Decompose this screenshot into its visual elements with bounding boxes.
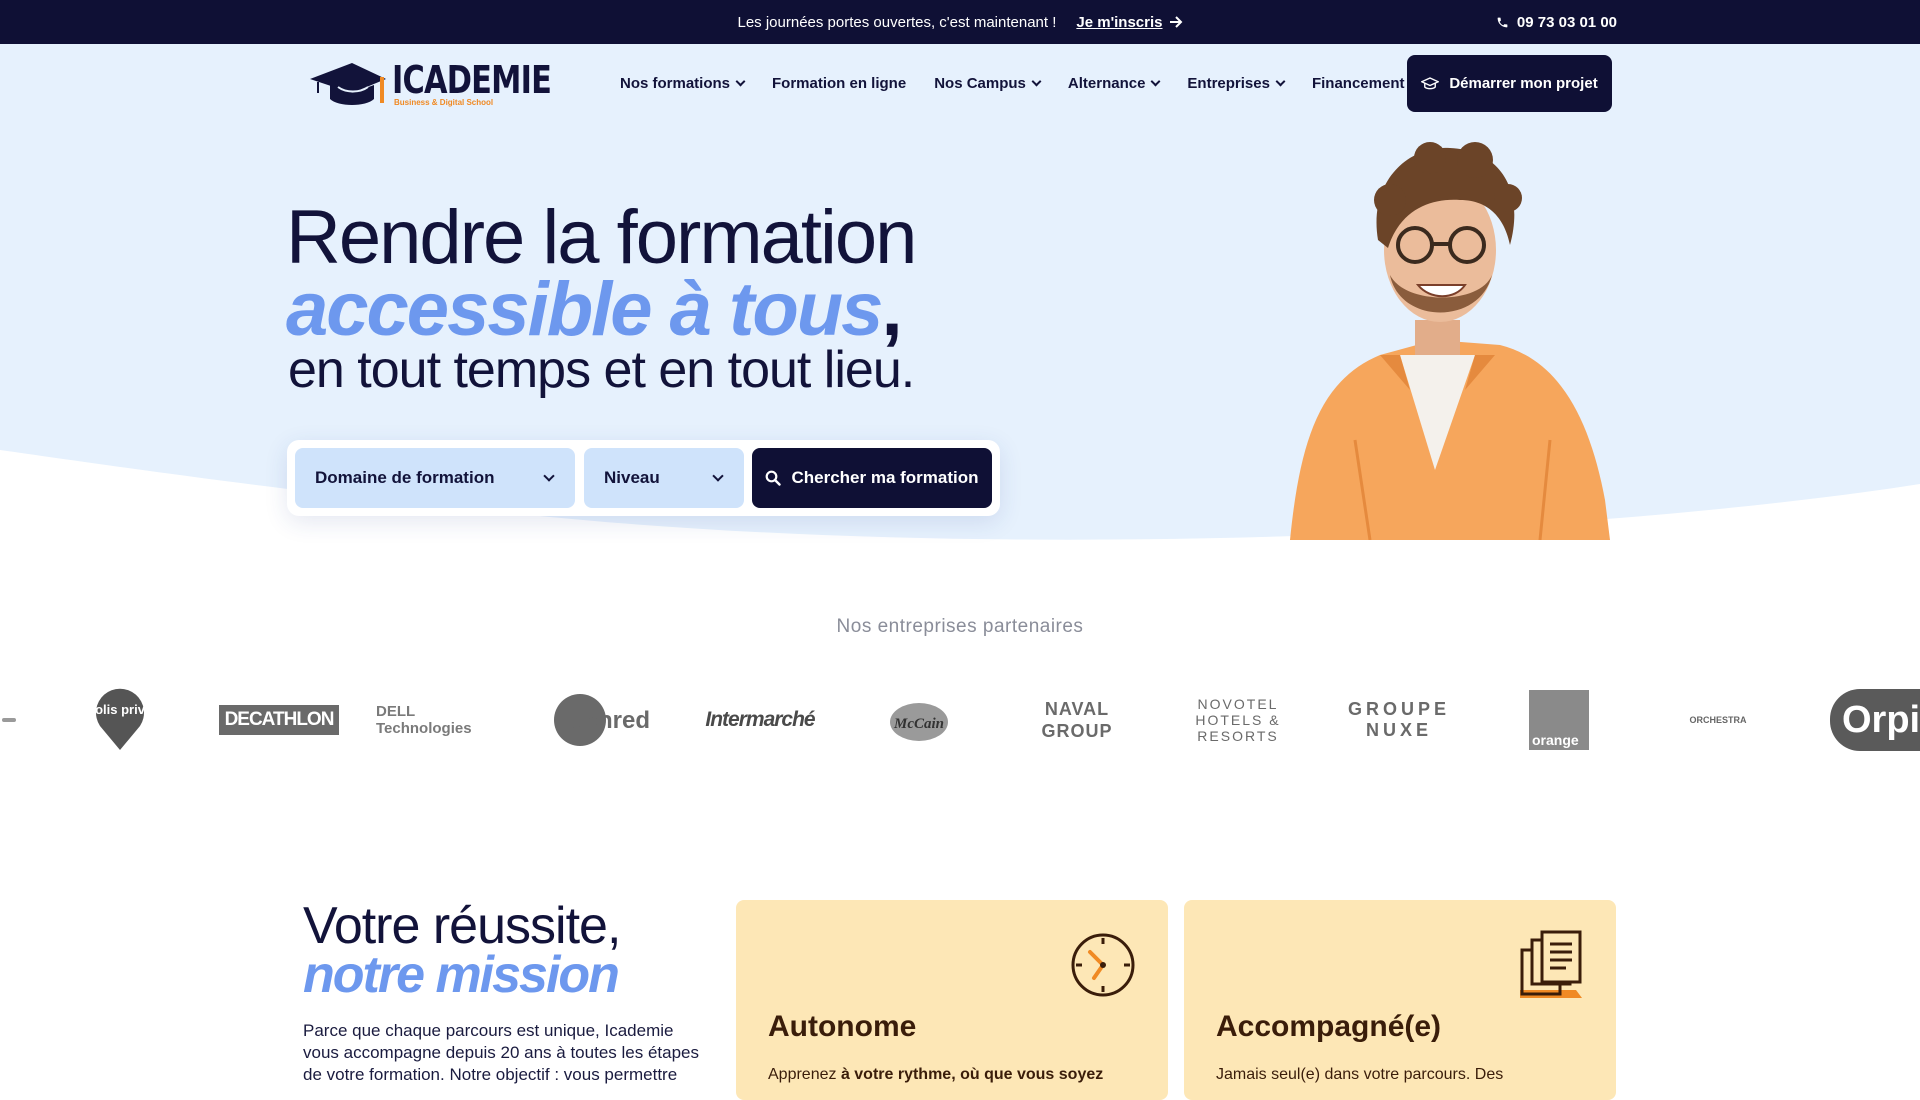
partner-logo-orange: orange	[1528, 680, 1590, 760]
decathlon-text: DECATHLON	[218, 705, 340, 735]
nav-label: Formation en ligne	[772, 74, 907, 92]
card-title: Accompagné(e)	[1216, 1010, 1442, 1043]
formation-search-bar: Domaine de formation Niveau Chercher ma …	[287, 440, 1000, 516]
mission-title-line2: notre mission	[303, 946, 620, 1004]
announcement-bar: Les journées portes ouvertes, c'est main…	[0, 0, 1920, 44]
nav-item-formations[interactable]: Nos formations	[620, 74, 746, 92]
orange-square: orange	[1529, 690, 1589, 750]
logo[interactable]: ICADEMIE Business & Digital School	[308, 58, 552, 108]
chevron-down-icon	[543, 470, 555, 482]
orpi-text: Orpi	[1830, 689, 1920, 751]
chevron-down-icon	[1275, 76, 1286, 86]
partner-logo-orpi: Orpi	[1830, 680, 1920, 760]
card-desc-text: Apprenez	[768, 1066, 841, 1083]
chevron-down-icon	[735, 76, 746, 86]
chevron-down-icon	[1031, 76, 1042, 86]
graduation-cap-logo-icon	[310, 63, 386, 105]
partner-logo-novotel: NOVOTEL HOTELS & RESORTS	[1195, 696, 1281, 744]
card-desc-bold: à votre rythme, où que vous soyez	[840, 1066, 1104, 1083]
partner-logo-partial	[0, 680, 20, 760]
card-title: Autonome	[768, 1010, 917, 1043]
domain-select[interactable]: Domaine de formation	[295, 448, 575, 508]
hero-subtitle: en tout temps et en tout lieu.	[288, 341, 915, 399]
phone-icon	[1497, 17, 1508, 27]
graduation-cap-icon	[1421, 76, 1440, 89]
domain-select-label: Domaine de formation	[315, 468, 495, 487]
nav-item-campus[interactable]: Nos Campus	[934, 74, 1042, 92]
nav-item-financement[interactable]: Financement	[1311, 74, 1420, 92]
start-project-button[interactable]: Démarrer mon projet	[1407, 55, 1612, 112]
partner-logos-carousel: colis privé DECATHLON DELL Technologies …	[0, 680, 1920, 760]
orange-text: orange	[1532, 732, 1579, 748]
partner-logo-dell: DELL Technologies	[376, 703, 472, 737]
partner-logo-naval-group: NAVAL GROUP	[1016, 680, 1138, 760]
level-select[interactable]: Niveau	[584, 448, 744, 508]
edenred-text: Edenred	[554, 707, 650, 734]
start-project-label: Démarrer mon projet	[1449, 75, 1598, 92]
search-icon	[766, 470, 782, 486]
card-description: Apprenez à votre rythme, où que vous soy…	[768, 1064, 1148, 1086]
register-link[interactable]: Je m'inscris	[1076, 14, 1182, 31]
nav-label: Nos formations	[620, 74, 731, 92]
partner-logo-nuxe: GROUPE NUXE	[1347, 699, 1450, 740]
nav-label: Nos Campus	[934, 74, 1026, 92]
mccain-text: McCain	[893, 716, 944, 732]
nav-item-entreprises[interactable]: Entreprises	[1187, 74, 1286, 92]
partner-logo-decathlon: DECATHLON	[218, 680, 340, 760]
register-link-label: Je m'inscris	[1076, 13, 1163, 31]
nav-item-alternance[interactable]: Alternance	[1067, 74, 1161, 92]
mission-text: Parce que chaque parcours est unique, Ic…	[303, 1021, 699, 1084]
colis-prive-text: colis privé	[95, 702, 145, 717]
card-description: Jamais seul(e) dans votre parcours. Des	[1216, 1064, 1596, 1086]
phone-link[interactable]: 09 73 03 01 00	[1496, 0, 1617, 44]
chevron-down-icon	[712, 470, 724, 482]
partner-logo-colis-prive: colis privé	[90, 680, 150, 760]
search-button-label: Chercher ma formation	[791, 468, 979, 487]
clock-icon	[1071, 933, 1135, 997]
chevron-down-icon	[1150, 76, 1161, 86]
brand-tagline: Business & Digital School	[394, 98, 494, 107]
phone-number: 09 73 03 01 00	[1516, 13, 1617, 31]
partner-logo-edenred: Edenred	[552, 680, 652, 760]
main-nav: Nos formations Formation en ligne Nos Ca…	[620, 60, 1420, 106]
arrow-right-icon	[1169, 16, 1182, 28]
naval-group-text: NAVAL GROUP	[1041, 699, 1113, 741]
partner-logo-intermarche: Intermarché	[705, 708, 815, 731]
nav-label: Alternance	[1067, 74, 1146, 92]
partner-logo-mccain: McCain	[888, 680, 950, 760]
nav-item-formation-en-ligne[interactable]: Formation en ligne	[772, 75, 906, 92]
hero-person-image	[1290, 142, 1610, 540]
promo-banner: Les journées portes ouvertes, c'est main…	[0, 0, 1920, 44]
feature-card-autonome: Autonome Apprenez à votre rythme, où que…	[736, 900, 1168, 1100]
nav-label: Financement	[1311, 74, 1405, 92]
documents-icon	[1520, 930, 1582, 998]
partners-title: Nos entreprises partenaires	[836, 616, 1084, 637]
partner-logo-orchestra: ORCHESTRA	[1689, 715, 1747, 725]
card-desc-text: Jamais seul(e) dans votre parcours. Des	[1216, 1066, 1504, 1083]
nav-label: Entreprises	[1187, 74, 1270, 92]
feature-card-accompagne: Accompagné(e) Jamais seul(e) dans votre …	[1184, 900, 1616, 1100]
level-select-label: Niveau	[604, 468, 660, 487]
search-formation-button[interactable]: Chercher ma formation	[752, 448, 992, 508]
promo-text: Les journées portes ouvertes, c'est main…	[737, 13, 1057, 31]
brand-name: ICADEMIE	[392, 58, 552, 102]
